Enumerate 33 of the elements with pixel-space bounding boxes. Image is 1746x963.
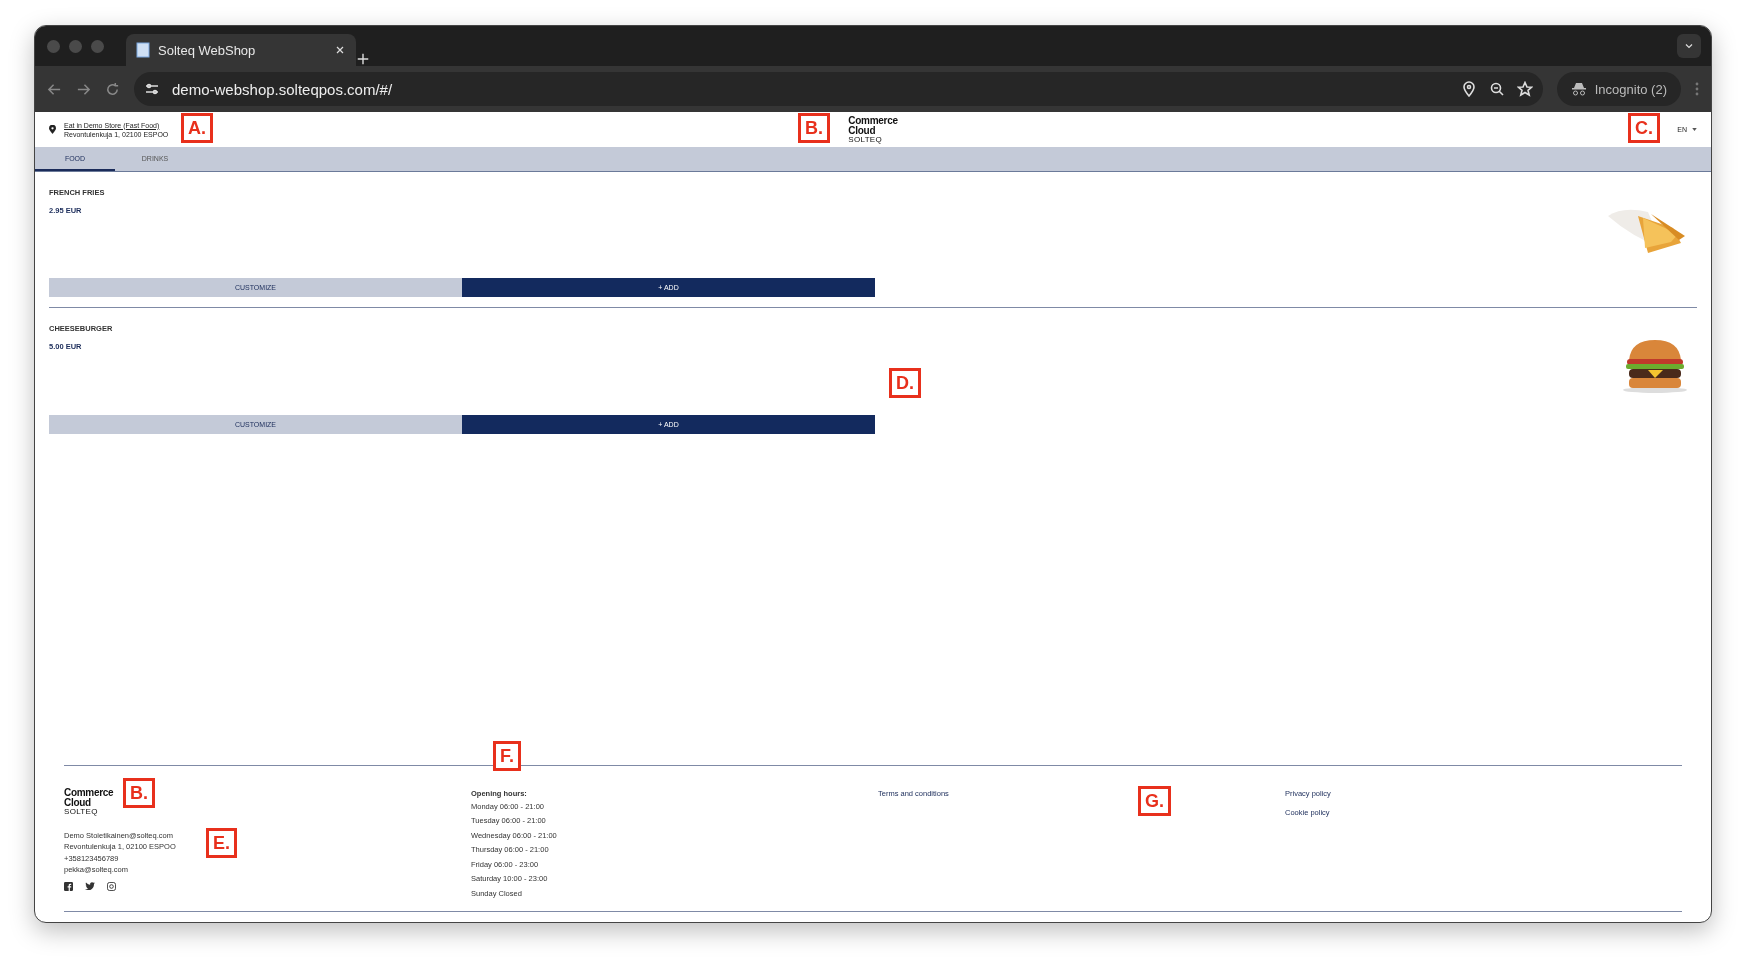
caret-icon[interactable] [1692, 128, 1697, 131]
annotation-label: D. [889, 368, 921, 398]
more-icon[interactable] [1695, 82, 1699, 96]
annotation-label: A. [181, 113, 213, 143]
logo-text: Cloud [848, 125, 876, 136]
close-icon[interactable] [334, 44, 346, 56]
logo-text: Cloud [64, 797, 91, 808]
annotation-label: E. [206, 828, 237, 858]
incognito-button[interactable]: Incognito (2) [1556, 72, 1681, 106]
annotation-label: B. [798, 113, 830, 143]
site-settings-icon[interactable] [144, 81, 160, 97]
logo-text: Commerce [64, 787, 114, 798]
plus-icon[interactable] [356, 52, 370, 66]
annotation-label: G. [1138, 786, 1171, 816]
star-icon[interactable] [1516, 81, 1533, 97]
logo-text: SOLTEQ [64, 807, 98, 816]
annotation-label: F. [493, 741, 521, 771]
annotation-label: B. [123, 778, 155, 808]
browser-tab[interactable]: Solteq WebShop [126, 34, 356, 66]
address-bar[interactable]: demo-webshop.solteqpos.com/#/ [134, 72, 1543, 106]
tab-list-button[interactable] [1677, 34, 1701, 58]
location-pin-icon[interactable] [1460, 81, 1477, 97]
location-pin-icon [49, 125, 56, 134]
logo-text: SOLTEQ [848, 135, 883, 144]
twitter-icon[interactable] [85, 881, 95, 890]
document-icon [136, 42, 150, 58]
instagram-icon[interactable] [107, 881, 116, 891]
reload-icon[interactable] [105, 81, 120, 97]
logo-text: Commerce [848, 115, 898, 126]
facebook-icon[interactable] [64, 881, 73, 891]
incognito-icon [1570, 82, 1587, 96]
zoom-out-icon[interactable] [1488, 81, 1505, 97]
annotation-label: C. [1628, 113, 1660, 143]
